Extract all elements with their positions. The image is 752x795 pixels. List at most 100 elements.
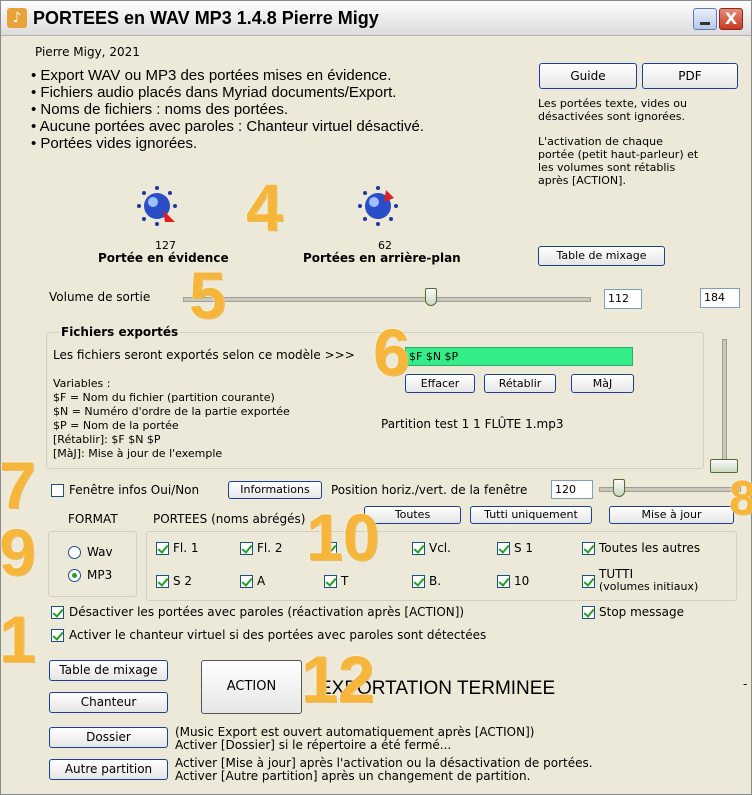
callout-10: 10 xyxy=(306,500,380,574)
info-right-1: Les portées texte, vides ou xyxy=(538,97,687,110)
example-filename: Partition test 1 1 FLÛTE 1.mp3 xyxy=(381,417,564,431)
pdf-button[interactable]: PDF xyxy=(642,63,738,89)
portee-checkbox[interactable] xyxy=(156,542,169,555)
export-legend: Fichiers exportés xyxy=(59,325,181,339)
volume-slider-track[interactable] xyxy=(183,297,591,302)
portee-checkbox[interactable] xyxy=(156,575,169,588)
activer-label: Activer le chanteur virtuel si des porté… xyxy=(69,628,487,642)
desactiver-label: Désactiver les portées avec paroles (réa… xyxy=(69,605,465,619)
minimize-button[interactable] xyxy=(693,8,717,30)
variable-maj: [MàJ]: Mise à jour de l'exemple xyxy=(53,447,223,460)
portee-label: B. xyxy=(429,574,442,588)
bullet-2: • Fichiers audio placés dans Myriad docu… xyxy=(31,84,397,101)
callout-7: 7 xyxy=(0,448,36,522)
volume-knob-right[interactable] xyxy=(356,184,400,228)
minimize-icon xyxy=(700,22,710,25)
informations-button[interactable]: Informations xyxy=(228,481,322,499)
format-mp3-radio[interactable] xyxy=(68,569,81,582)
portee-label: Toutes les autres xyxy=(599,541,701,555)
callout-6: 6 xyxy=(373,315,410,389)
tutti-button[interactable]: Tutti uniquement xyxy=(470,506,592,524)
format-title: FORMAT xyxy=(68,512,118,526)
volume-label: Volume de sortie xyxy=(49,290,151,304)
volume-value-input[interactable]: 112 xyxy=(604,289,642,309)
portee-checkbox[interactable] xyxy=(240,575,253,588)
position-slider-thumb[interactable] xyxy=(613,479,625,497)
infos-checkbox[interactable] xyxy=(51,484,64,497)
portee-checkbox[interactable] xyxy=(412,575,425,588)
portee-label: T xyxy=(341,574,349,588)
autre-note-2: Activer [Autre partition] après un chang… xyxy=(175,769,531,783)
dossier-note-1: (Music Export est ouvert automatiquement… xyxy=(175,725,535,739)
table-mixage-top-button[interactable]: Table de mixage xyxy=(538,246,665,266)
info-right-2: désactivées sont ignorées. xyxy=(538,110,685,123)
guide-button[interactable]: Guide xyxy=(539,63,637,89)
action-button[interactable]: ACTION xyxy=(201,660,302,714)
info-right-5: les volumes sont rétablis xyxy=(538,161,676,174)
autre-partition-button[interactable]: Autre partition xyxy=(49,759,168,780)
format-mp3-label: MP3 xyxy=(87,568,113,582)
volume-knob-left[interactable] xyxy=(135,184,179,228)
portee-label: Fl. 1 xyxy=(173,541,199,555)
maj-button[interactable]: MàJ xyxy=(571,374,634,393)
close-button[interactable]: X xyxy=(719,8,743,30)
callout-1: 1 xyxy=(0,602,36,676)
portee-label: Vcl. xyxy=(429,541,451,555)
vertical-slider-track[interactable] xyxy=(722,339,727,469)
dash-text: - xyxy=(743,677,748,691)
format-wav-radio[interactable] xyxy=(68,546,81,559)
activer-checkbox[interactable] xyxy=(51,629,64,642)
mise-a-jour-button[interactable]: Mise à jour xyxy=(609,506,734,524)
author-text: Pierre Migy, 2021 xyxy=(35,45,140,59)
position-label: Position horiz./vert. de la fenêtre xyxy=(331,483,528,497)
chanteur-button[interactable]: Chanteur xyxy=(49,692,168,713)
effacer-button[interactable]: Effacer xyxy=(405,374,475,393)
portee-checkbox[interactable] xyxy=(240,542,253,555)
position-input[interactable]: 120 xyxy=(551,480,593,499)
bullet-5: • Portées vides ignorées. xyxy=(31,135,198,152)
volume-slider-thumb[interactable] xyxy=(424,288,437,306)
stop-message-checkbox[interactable] xyxy=(582,606,595,619)
portee-checkbox[interactable] xyxy=(582,542,595,555)
portee-checkbox[interactable] xyxy=(582,575,595,588)
callout-4: 4 xyxy=(246,170,283,244)
right-knob-label: Portées en arrière-plan xyxy=(303,251,461,265)
variable-n: $N = Numéro d'ordre de la partie exporté… xyxy=(53,405,290,418)
portee-checkbox[interactable] xyxy=(324,575,337,588)
info-right-6: après [ACTION]. xyxy=(538,174,626,187)
callout-12: 12 xyxy=(301,642,375,716)
portee-label: A xyxy=(257,574,266,588)
retablir-button[interactable]: Rétablir xyxy=(484,374,556,393)
autre-note-1: Activer [Mise à jour] après l'activation… xyxy=(175,756,593,770)
portee-label: 10 xyxy=(514,574,530,588)
callout-5: 5 xyxy=(189,258,226,332)
app-icon: ♪ xyxy=(7,8,27,28)
variable-p: $P = Nom de la portée xyxy=(53,419,179,432)
portee-checkbox[interactable] xyxy=(497,542,510,555)
dossier-button[interactable]: Dossier xyxy=(49,727,168,748)
volume-max-input[interactable]: 184 xyxy=(700,288,740,308)
format-wav-label: Wav xyxy=(87,545,113,559)
table-mixage-button[interactable]: Table de mixage xyxy=(49,660,168,681)
variable-f: $F = Nom du fichier (partition courante) xyxy=(53,391,275,404)
bullet-3: • Noms de fichiers : noms des portées. xyxy=(31,101,289,118)
pattern-input[interactable]: $F $N $P xyxy=(405,347,633,366)
window-title: PORTEES en WAV MP3 1.4.8 Pierre Migy xyxy=(33,8,379,28)
title-bar: ♪ PORTEES en WAV MP3 1.4.8 Pierre Migy X xyxy=(1,1,751,36)
desactiver-checkbox[interactable] xyxy=(51,606,64,619)
portee-label: Fl. 2 xyxy=(257,541,283,555)
main-window: ♪ PORTEES en WAV MP3 1.4.8 Pierre Migy X… xyxy=(0,0,752,795)
portees-title: PORTEES (noms abrégés) xyxy=(153,512,306,526)
callout-9: 9 xyxy=(0,515,36,589)
bullet-1: • Export WAV ou MP3 des portées mises en… xyxy=(31,67,392,84)
infos-checkbox-label: Fenêtre infos Oui/Non xyxy=(69,483,200,497)
dossier-note-2: Activer [Dossier] si le répertoire a été… xyxy=(175,738,452,752)
model-label: Les fichiers seront exportés selon ce mo… xyxy=(53,348,355,362)
format-group xyxy=(48,531,137,597)
portee-checkbox[interactable] xyxy=(412,542,425,555)
info-right-3: L'activation de chaque xyxy=(538,135,663,148)
portee-checkbox[interactable] xyxy=(497,575,510,588)
portee-label-sub: (volumes initiaux) xyxy=(599,580,699,593)
bullet-4: • Aucune portées avec paroles : Chanteur… xyxy=(31,118,424,135)
variable-retablir: [Rétablir]: $F $N $P xyxy=(53,433,161,446)
